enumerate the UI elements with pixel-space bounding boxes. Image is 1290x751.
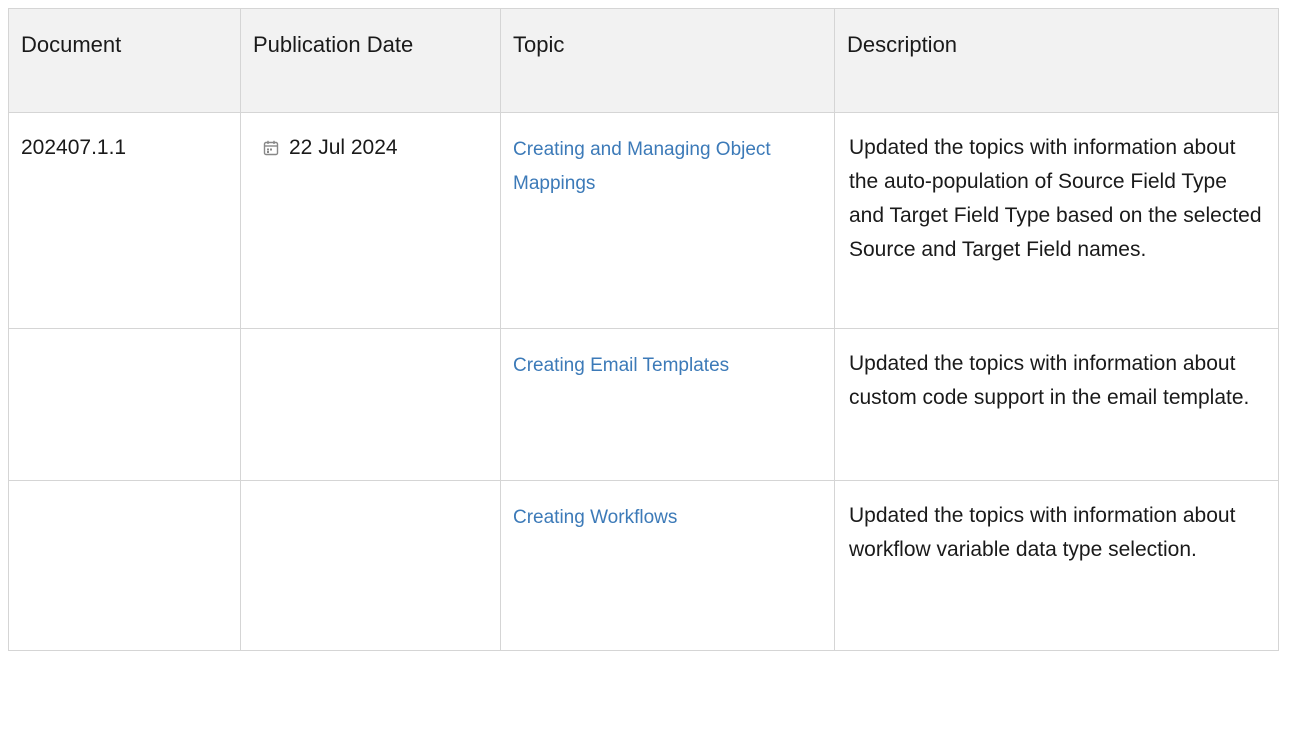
topic-cell: Creating Email Templates: [500, 328, 835, 481]
calendar-icon: [263, 140, 279, 156]
description-cell: Updated the topics with information abou…: [834, 480, 1279, 651]
document-cell: [8, 480, 241, 651]
header-document: Document: [8, 8, 241, 113]
release-notes-table: Document Publication Date Topic Descript…: [8, 8, 1279, 651]
description-cell: Updated the topics with information abou…: [834, 328, 1279, 481]
topic-cell: Creating and Managing Object Mappings: [500, 112, 835, 329]
topic-cell: Creating Workflows: [500, 480, 835, 651]
topic-link-email-templates[interactable]: Creating Email Templates: [513, 355, 729, 376]
topic-link-object-mappings[interactable]: Creating and Managing Object Mappings: [513, 139, 771, 194]
document-cell: [8, 328, 241, 481]
header-topic: Topic: [500, 8, 835, 113]
date-cell: 22 Jul 2024: [240, 112, 501, 329]
table-row: Creating Email Templates Updated the top…: [8, 328, 1279, 481]
table-header-row: Document Publication Date Topic Descript…: [8, 8, 1279, 113]
date-cell: [240, 480, 501, 651]
document-cell: 202407.1.1: [8, 112, 241, 329]
header-description: Description: [834, 8, 1279, 113]
table-row: 202407.1.1 22 Jul 2024 Creating and Mana…: [8, 112, 1279, 329]
header-publication-date: Publication Date: [240, 8, 501, 113]
date-cell: [240, 328, 501, 481]
topic-link-workflows[interactable]: Creating Workflows: [513, 507, 677, 528]
publication-date: 22 Jul 2024: [289, 136, 398, 159]
table-row: Creating Workflows Updated the topics wi…: [8, 480, 1279, 651]
description-cell: Updated the topics with information abou…: [834, 112, 1279, 329]
